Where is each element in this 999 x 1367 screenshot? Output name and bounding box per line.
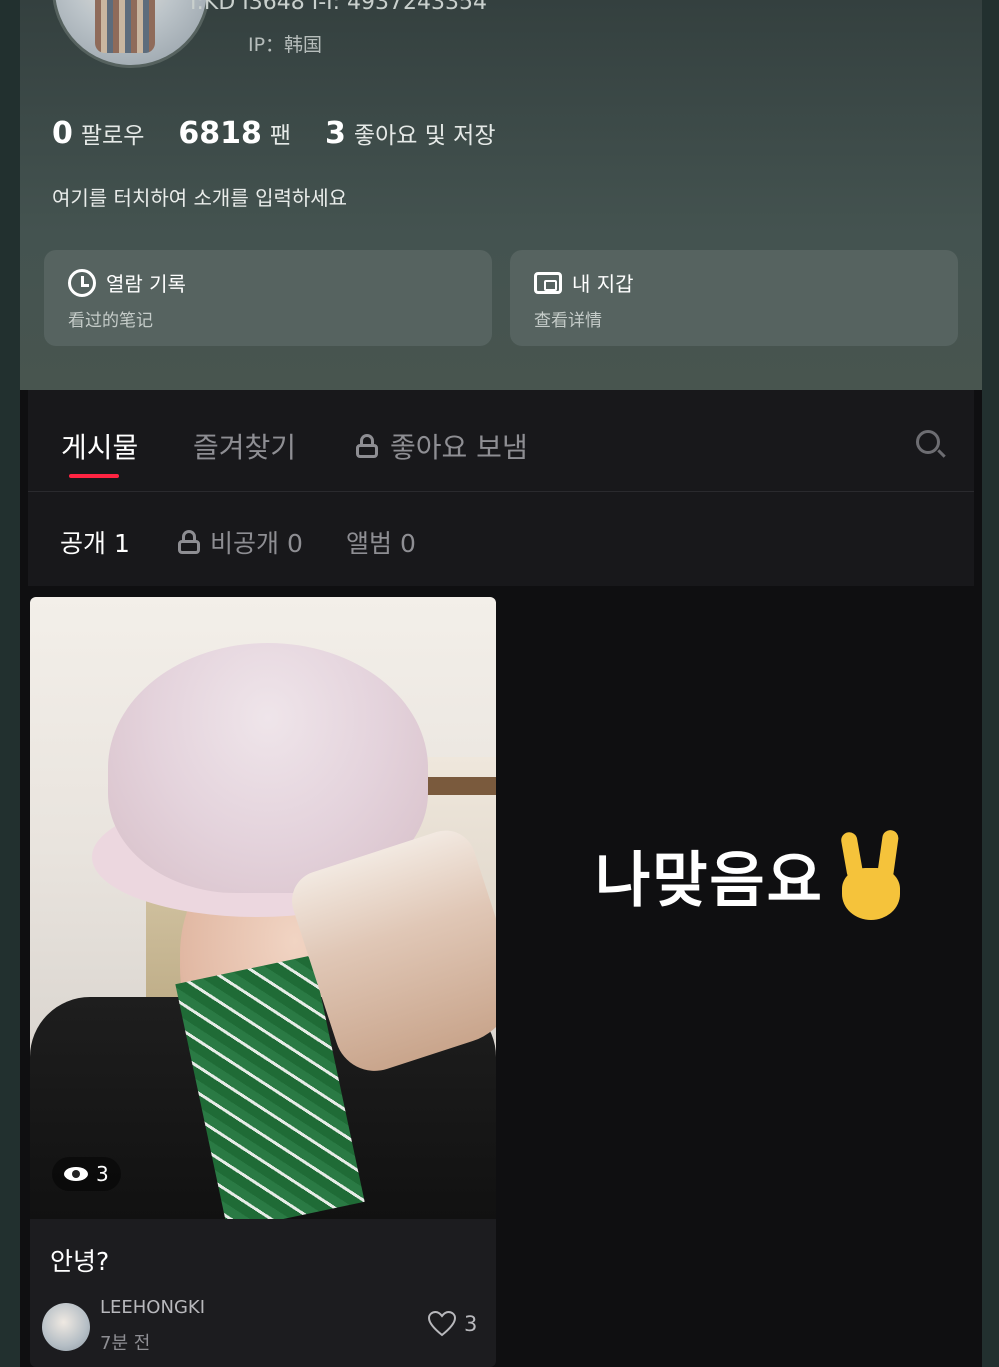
post-title: 안녕?: [50, 1247, 110, 1276]
heart-icon: [428, 1311, 456, 1337]
view-count-badge: 3: [52, 1157, 121, 1191]
subtab-public[interactable]: 공개 1: [60, 524, 130, 560]
search-icon[interactable]: [916, 430, 946, 460]
wallet-subtitle: 查看详情: [534, 311, 602, 331]
tab-favorites[interactable]: 즐겨찾기: [193, 426, 296, 466]
bio-prompt[interactable]: 여기를 터치하여 소개를 입력하세요: [52, 182, 347, 211]
sub-tabs: 공개 1 비공개 0 앨범 0: [28, 492, 974, 586]
post-photo[interactable]: 3: [30, 597, 496, 1219]
author-avatar[interactable]: [42, 1303, 90, 1351]
eye-icon: [64, 1167, 88, 1181]
text-sticker: 나맞음요: [595, 829, 906, 920]
history-title: 열람 기록: [106, 272, 186, 296]
wallet-title: 내 지갑: [572, 272, 634, 296]
subtab-private[interactable]: 비공개 0: [178, 524, 303, 560]
frame-left: [0, 0, 20, 1367]
wallet-card[interactable]: 내 지갑 查看详情: [510, 250, 958, 346]
content-area: 게시물 즐겨찾기 좋아요 보냄 공개 1 비공개 0 앨범 0 3 안녕? LE…: [20, 390, 982, 1367]
history-subtitle: 看过的笔记: [68, 311, 153, 331]
lock-icon: [356, 434, 378, 458]
post-card[interactable]: 3 안녕? LEEHONGKI 7분 전 3: [30, 597, 496, 1367]
stat-likes-saves[interactable]: 3 좋아요 및 저장: [325, 116, 495, 151]
subtab-album[interactable]: 앨범 0: [346, 524, 416, 560]
tab-posts[interactable]: 게시물: [61, 426, 138, 466]
clock-icon: [68, 268, 96, 297]
profile-stats: 0 팔로우 6818 팬 3 좋아요 및 저장: [52, 116, 496, 151]
frame-right: [981, 0, 999, 1367]
rock-hand-icon: [836, 829, 906, 920]
wallet-icon: [534, 271, 562, 294]
stat-following[interactable]: 0 팔로우: [52, 116, 144, 151]
history-card[interactable]: 열람 기록 看过的笔记: [44, 250, 492, 346]
author-name[interactable]: LEEHONGKI: [100, 1297, 205, 1318]
post-time: 7분 전: [100, 1333, 151, 1354]
ip-location: IP：韩国: [248, 34, 323, 56]
main-tabs: 게시물 즐겨찾기 좋아요 보냄: [28, 390, 974, 492]
stat-fans[interactable]: 6818 팬: [178, 116, 291, 151]
tab-liked[interactable]: 좋아요 보냄: [356, 426, 528, 466]
profile-header: I:KD I3648 I-I: 4937243354 IP：韩国 0 팔로우 6…: [20, 0, 982, 390]
lock-icon: [178, 530, 200, 554]
active-tab-indicator: [69, 474, 119, 478]
like-button[interactable]: 3: [428, 1311, 477, 1337]
profile-avatar[interactable]: [52, 0, 210, 68]
profile-id-line: I:KD I3648 I-I: 4937243354: [190, 0, 488, 15]
